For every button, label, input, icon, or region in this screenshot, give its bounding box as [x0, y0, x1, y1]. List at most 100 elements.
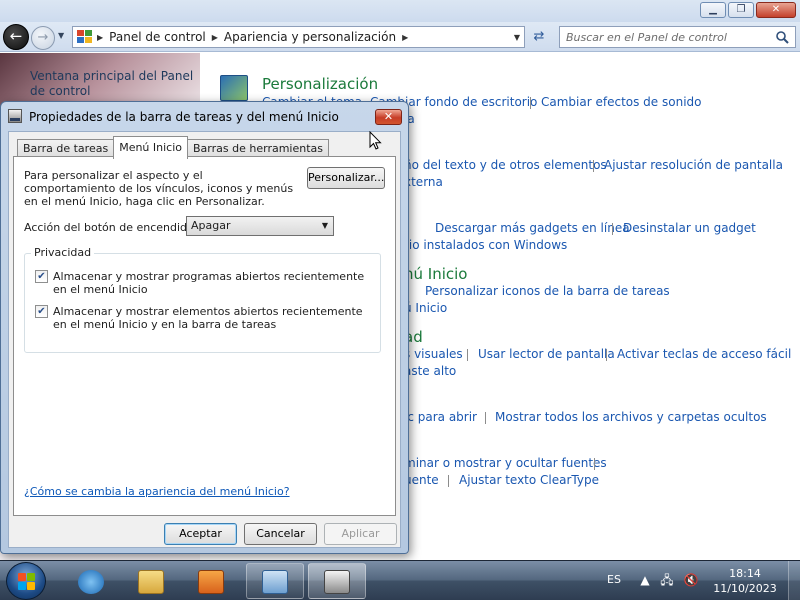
- maximize-button[interactable]: ❐: [728, 2, 754, 18]
- arrow-right-icon: →: [37, 30, 49, 45]
- link-archivos-ocultos[interactable]: Mostrar todos los archivos y carpetas oc…: [495, 410, 767, 424]
- link-fuentes[interactable]: minar o mostrar y ocultar fuentes: [404, 456, 607, 470]
- link-efectos-sonido[interactable]: Cambiar efectos de sonido: [541, 95, 701, 109]
- help-link[interactable]: ¿Cómo se cambia la apariencia del menú I…: [24, 485, 290, 498]
- volume-muted-icon[interactable]: 🔇: [683, 573, 699, 587]
- chevron-down-icon: ▼: [321, 221, 328, 230]
- checkbox-recent-items[interactable]: ✔: [35, 305, 48, 318]
- clock-date: 11/10/2023: [713, 582, 777, 595]
- taskbar-explorer[interactable]: [122, 563, 180, 599]
- link-menu-inicio[interactable]: ú Inicio: [404, 301, 447, 315]
- arrow-left-icon: ←: [9, 27, 23, 45]
- separator: [448, 475, 449, 487]
- media-player-icon: [198, 570, 224, 594]
- link-contraste-alto[interactable]: aste alto: [404, 364, 456, 378]
- sidebar-home-link[interactable]: Ventana principal del Panel de control: [30, 69, 195, 99]
- minimize-button[interactable]: ▁: [700, 2, 726, 18]
- breadcrumb: ▶ Panel de control ▶ Apariencia y person…: [97, 30, 408, 44]
- taskbar-control-panel[interactable]: [246, 563, 304, 599]
- separator: [530, 97, 531, 109]
- close-button[interactable]: ✕: [756, 2, 796, 18]
- breadcrumb-apariencia[interactable]: Apariencia y personalización: [224, 30, 396, 44]
- taskbar-internet-explorer[interactable]: [62, 563, 120, 599]
- link-desinstalar-gadget[interactable]: Desinstalar un gadget: [623, 221, 756, 235]
- dialog-titlebar[interactable]: Propiedades de la barra de tareas y del …: [1, 102, 408, 130]
- tab-strip: Barra de tareas Menú Inicio Barras de he…: [17, 136, 329, 159]
- link-efectos-visuales[interactable]: s visuales: [404, 347, 463, 361]
- privacy-group-label: Privacidad: [31, 246, 95, 259]
- apply-button[interactable]: Aplicar: [324, 523, 397, 545]
- clock-time: 18:14: [729, 567, 761, 580]
- forward-button[interactable]: →: [31, 26, 55, 50]
- checkbox-recent-items-row[interactable]: ✔ Almacenar y mostrar elementos abiertos…: [35, 305, 373, 331]
- close-icon: ✕: [383, 110, 394, 123]
- personalization-icon: [220, 75, 248, 101]
- ok-button[interactable]: Aceptar: [164, 523, 237, 545]
- network-icon[interactable]: 🖧: [659, 573, 675, 587]
- tab-menu-inicio[interactable]: Menú Inicio: [113, 136, 189, 159]
- navigation-bar: ← → ▼ ▶ Panel de control ▶ Apariencia y …: [0, 22, 800, 52]
- heading-menu-inicio[interactable]: nú Inicio: [404, 265, 467, 283]
- taskbar: ES ▲ 🖧 🔇 18:14 11/10/2023: [0, 560, 800, 600]
- power-button-label: Acción del botón de encendido:: [24, 221, 198, 234]
- search-input[interactable]: Buscar en el Panel de control: [566, 31, 727, 44]
- separator: [606, 349, 607, 361]
- checkbox-recent-programs-label[interactable]: Almacenar y mostrar programas abiertos r…: [53, 270, 373, 296]
- address-bar[interactable]: ▶ Panel de control ▶ Apariencia y person…: [72, 26, 525, 48]
- link-tamano-texto[interactable]: ño del texto y de otros elementos: [404, 158, 607, 172]
- window-controls: ▁ ❐ ✕: [700, 2, 796, 18]
- link-pantalla-externa[interactable]: xterna: [404, 175, 443, 189]
- clock[interactable]: 18:14 11/10/2023: [712, 566, 778, 596]
- mouse-cursor-icon: [369, 131, 382, 150]
- dialog-body: Barra de tareas Menú Inicio Barras de he…: [8, 131, 401, 548]
- link-gadgets-instalados[interactable]: rio instalados con Windows: [404, 238, 567, 252]
- power-button-select[interactable]: Apagar ▼: [186, 216, 334, 236]
- dialog-close-button[interactable]: ✕: [375, 109, 402, 125]
- separator: [593, 160, 594, 172]
- separator: [467, 349, 468, 361]
- recent-pages-dropdown[interactable]: ▼: [58, 31, 64, 40]
- taskbar-properties-dialog: Propiedades de la barra de tareas y del …: [0, 101, 409, 554]
- customize-button[interactable]: Personalizar...: [307, 167, 385, 189]
- search-icon[interactable]: [775, 30, 789, 44]
- start-button[interactable]: [6, 562, 46, 600]
- heading-personalizacion[interactable]: Personalización: [262, 75, 378, 93]
- show-desktop-button[interactable]: [788, 561, 800, 600]
- windows-logo-icon: [18, 573, 36, 591]
- taskbar-media-player[interactable]: [182, 563, 240, 599]
- link-resolucion[interactable]: Ajustar resolución de pantalla: [604, 158, 783, 172]
- power-button-value: Apagar: [191, 219, 231, 232]
- chevron-right-icon[interactable]: ▶: [402, 33, 408, 42]
- chevron-right-icon[interactable]: ▶: [212, 33, 218, 42]
- window-titlebar: ▁ ❐ ✕: [0, 0, 800, 22]
- dialog-title: Propiedades de la barra de tareas y del …: [29, 110, 339, 124]
- checkbox-recent-programs[interactable]: ✔: [35, 270, 48, 283]
- cancel-button[interactable]: Cancelar: [244, 523, 317, 545]
- language-indicator[interactable]: ES: [607, 573, 621, 586]
- taskbar-properties-icon: [324, 570, 350, 594]
- separator: [612, 223, 613, 235]
- link-lector-pantalla[interactable]: Usar lector de pantalla: [478, 347, 615, 361]
- chevron-right-icon[interactable]: ▶: [97, 33, 103, 42]
- link-descargar-gadgets[interactable]: Descargar más gadgets en línea: [435, 221, 630, 235]
- back-button[interactable]: ←: [3, 24, 29, 50]
- folder-icon: [138, 570, 164, 594]
- link-personalizar-iconos[interactable]: Personalizar iconos de la barra de tarea…: [425, 284, 670, 298]
- privacy-group: Privacidad ✔ Almacenar y mostrar program…: [24, 246, 381, 353]
- checkbox-recent-programs-row[interactable]: ✔ Almacenar y mostrar programas abiertos…: [35, 270, 373, 296]
- control-panel-taskbar-icon: [262, 570, 288, 594]
- taskbar-properties-window[interactable]: [308, 563, 366, 599]
- checkbox-recent-items-label[interactable]: Almacenar y mostrar elementos abiertos r…: [53, 305, 373, 331]
- internet-explorer-icon: [78, 570, 104, 594]
- breadcrumb-panel-de-control[interactable]: Panel de control: [109, 30, 206, 44]
- separator: [594, 458, 595, 470]
- search-box[interactable]: Buscar en el Panel de control: [559, 26, 796, 48]
- link-teclas-acceso[interactable]: Activar teclas de acceso fácil: [617, 347, 791, 361]
- link-cleartype[interactable]: Ajustar texto ClearType: [459, 473, 599, 487]
- refresh-icon[interactable]: ⇄: [529, 29, 549, 45]
- chevron-up-icon[interactable]: ▲: [637, 573, 653, 587]
- link-clic-abrir[interactable]: ic para abrir: [404, 410, 477, 424]
- address-dropdown-icon[interactable]: ▼: [514, 33, 520, 42]
- link-fuente[interactable]: uente: [404, 473, 439, 487]
- tab-panel-menu-inicio: Para personalizar el aspecto y el compor…: [13, 156, 396, 516]
